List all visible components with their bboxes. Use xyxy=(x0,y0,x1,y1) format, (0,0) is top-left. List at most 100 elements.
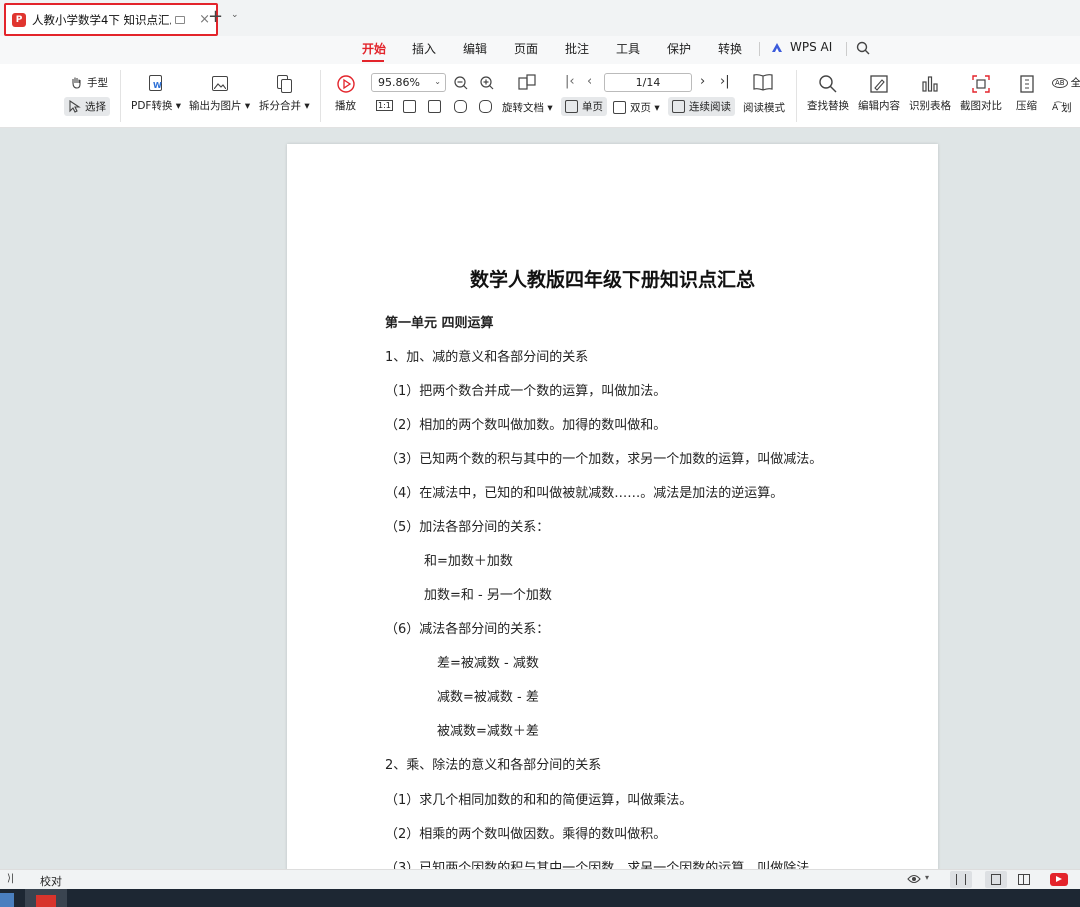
split-merge-icon xyxy=(274,74,294,94)
next-page-icon[interactable]: › xyxy=(700,74,705,89)
chevron-down-icon: ⌄ xyxy=(434,77,441,86)
zoom-select[interactable]: 95.86% ⌄ xyxy=(371,73,446,92)
document-page: 数学人教版四年级下册知识点汇总 第一单元 四则运算 1、加、减的意义和各部分间的… xyxy=(287,144,938,871)
fit-width-icon xyxy=(428,100,441,113)
menu-protect[interactable]: 保护 xyxy=(667,40,691,57)
menu-annotate[interactable]: 批注 xyxy=(565,40,589,57)
new-tab-button[interactable]: + xyxy=(208,6,223,27)
document-line: 被减数=减数＋差 xyxy=(437,724,539,739)
split-merge-button[interactable]: 拆分合并 ▾ xyxy=(259,74,310,113)
page-number-input[interactable]: 1/14 xyxy=(604,73,692,92)
menu-tools[interactable]: 工具 xyxy=(616,40,640,57)
table-chart-icon xyxy=(922,76,938,92)
page-thumbnail-icon[interactable] xyxy=(518,74,536,92)
os-taskbar xyxy=(0,889,1080,907)
document-line: 差=被减数 - 减数 xyxy=(437,656,539,671)
pdf-convert-button[interactable]: W PDF转换 ▾ xyxy=(131,74,181,113)
document-line: （5）加法各部分间的关系： xyxy=(385,520,550,535)
select-tool-label: 选择 xyxy=(85,101,106,113)
last-page-icon[interactable]: ›| xyxy=(720,74,730,89)
full-text-button[interactable]: AB 全 xyxy=(1052,75,1080,90)
double-page-icon xyxy=(613,101,626,114)
eye-icon[interactable] xyxy=(907,874,921,884)
document-title: 数学人教版四年级下册知识点汇总 xyxy=(469,269,755,291)
fit-width-button[interactable] xyxy=(428,100,445,113)
collapse-panel-button[interactable]: ⟩| xyxy=(7,873,14,884)
proofread-button[interactable]: 校对 xyxy=(40,873,62,889)
rotate-left-button[interactable] xyxy=(454,100,471,113)
menu-convert[interactable]: 转换 xyxy=(718,40,742,57)
first-page-icon[interactable]: |‹ xyxy=(565,74,575,89)
document-line: （1）求几个相同加数的和和的简便运算，叫做乘法。 xyxy=(385,793,693,808)
document-line: （1）把两个数合并成一个数的运算，叫做加法。 xyxy=(385,384,667,399)
ribbon-toolbar: 手型 选择 W PDF转换 ▾ 输出为图片 ▾ 拆分合并 ▾ 播放 95.86%… xyxy=(0,64,1080,128)
taskbar-app-icon[interactable] xyxy=(0,893,14,907)
fit-page-button[interactable] xyxy=(403,100,420,113)
rotate-document-button[interactable]: 旋转文档 ▾ xyxy=(502,100,553,115)
double-view-icon[interactable] xyxy=(1018,874,1030,885)
wps-ai-icon xyxy=(772,43,782,52)
zoom-value: 95.86% xyxy=(378,76,420,89)
hand-tool-button[interactable]: 手型 xyxy=(70,75,108,90)
partial-text-button[interactable]: A͡ 划 xyxy=(1052,100,1072,115)
double-page-button[interactable]: 双页 ▾ xyxy=(613,100,660,115)
zoom-in-icon[interactable] xyxy=(480,76,494,90)
previous-page-icon[interactable]: ‹ xyxy=(587,74,592,89)
new-tab-dropdown[interactable]: ⌄ xyxy=(231,10,239,20)
find-icon xyxy=(819,75,837,93)
play-slideshow-icon[interactable] xyxy=(1050,873,1068,886)
menu-separator xyxy=(846,42,847,56)
edit-content-button[interactable]: 编辑内容 xyxy=(858,74,900,113)
rotate-right-icon xyxy=(479,100,492,113)
rotate-document-label: 旋转文档 xyxy=(502,102,544,114)
menu-insert[interactable]: 插入 xyxy=(412,40,436,57)
continuous-view-button[interactable] xyxy=(950,871,972,888)
compress-label: 压缩 xyxy=(1016,100,1037,112)
continuous-reading-label: 连续阅读 xyxy=(689,101,731,113)
single-page-button[interactable]: 单页 xyxy=(561,97,607,116)
document-line: 1、加、减的意义和各部分间的关系 xyxy=(385,350,589,365)
rotate-right-button[interactable] xyxy=(479,100,496,113)
document-tab[interactable]: P 人教小学数学4下 知识点汇总 × xyxy=(4,3,218,36)
tab-bar: P 人教小学数学4下 知识点汇总 × + ⌄ xyxy=(0,0,1080,36)
pdf-convert-icon: W xyxy=(146,74,166,94)
continuous-reading-button[interactable]: 连续阅读 xyxy=(668,97,735,116)
partial-text-label: 划 xyxy=(1061,102,1072,114)
find-replace-label: 查找替换 xyxy=(807,100,849,112)
tab-title: 人教小学数学4下 知识点汇总 xyxy=(32,12,172,27)
document-heading: 第一单元 四则运算 xyxy=(385,316,494,331)
comment-icon xyxy=(175,15,186,24)
export-image-label: 输出为图片 xyxy=(189,100,242,112)
document-line: 2、乘、除法的意义和各部分间的关系 xyxy=(385,758,602,773)
continuous-reading-icon xyxy=(672,100,685,113)
taskbar-wps-button[interactable] xyxy=(25,889,67,907)
compress-button[interactable]: 压缩 xyxy=(1016,74,1037,113)
menu-separator xyxy=(759,42,760,56)
eye-dropdown-icon[interactable]: ▾ xyxy=(925,873,929,882)
image-icon xyxy=(210,74,230,94)
play-button[interactable]: 播放 xyxy=(335,74,356,113)
screenshot-compare-button[interactable]: 截图对比 xyxy=(960,74,1002,113)
hand-tool-label: 手型 xyxy=(87,77,108,89)
menu-wps-ai[interactable]: WPS AI xyxy=(790,40,832,54)
play-icon xyxy=(336,75,355,93)
menu-edit[interactable]: 编辑 xyxy=(463,40,487,57)
search-icon[interactable] xyxy=(856,41,870,55)
menu-start[interactable]: 开始 xyxy=(362,40,386,57)
ribbon-separator xyxy=(120,70,121,122)
single-page-icon xyxy=(565,100,578,113)
actual-size-icon: 1:1 xyxy=(376,100,393,111)
document-line: （2）相加的两个数叫做加数。加得的数叫做和。 xyxy=(385,418,667,433)
recognize-table-button[interactable]: 识别表格 xyxy=(909,74,951,113)
export-image-button[interactable]: 输出为图片 ▾ xyxy=(189,74,250,113)
double-page-label: 双页 xyxy=(630,102,651,114)
active-menu-indicator xyxy=(362,60,384,62)
single-view-button[interactable] xyxy=(985,871,1007,888)
actual-size-button[interactable]: 1:1 xyxy=(376,100,393,111)
menu-page[interactable]: 页面 xyxy=(514,40,538,57)
find-replace-button[interactable]: 查找替换 xyxy=(807,74,849,113)
select-tool-button[interactable]: 选择 xyxy=(64,97,110,116)
single-page-label: 单页 xyxy=(582,101,603,113)
reading-mode-button[interactable]: 阅读模式 xyxy=(743,100,785,115)
zoom-out-icon[interactable] xyxy=(454,76,468,90)
